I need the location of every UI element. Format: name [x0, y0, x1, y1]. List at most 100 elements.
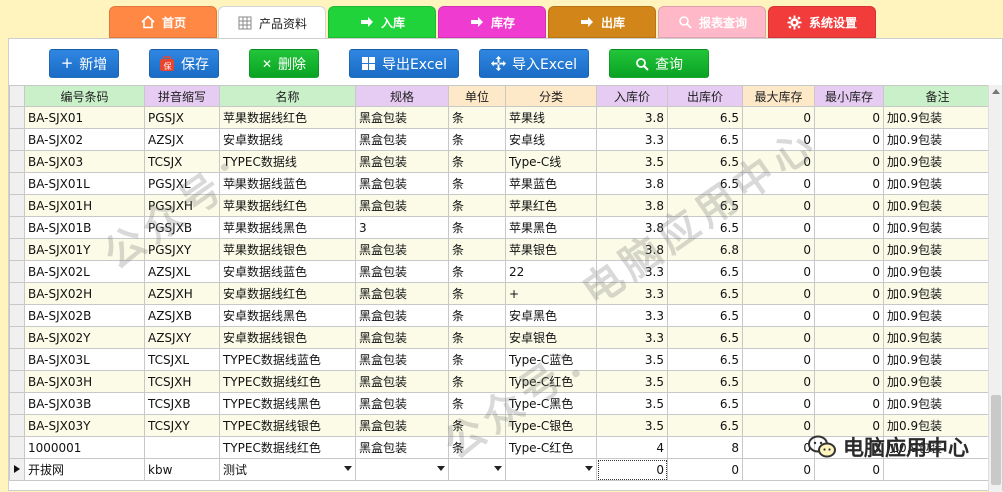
- table-cell[interactable]: 黑盒包装: [355, 392, 449, 415]
- table-row[interactable]: BA-SJX03Y TCSJXY TYPEC数据线银色 黑盒包装条 Type-C银色 3.…: [9, 414, 992, 437]
- import-excel-button[interactable]: 导入Excel: [479, 49, 589, 78]
- row-header[interactable]: [9, 282, 25, 305]
- table-cell[interactable]: 苹果数据线银色: [219, 238, 356, 261]
- tab-product-info[interactable]: 产品资料: [218, 6, 326, 39]
- table-cell[interactable]: TYPEC数据线: [219, 150, 356, 173]
- column-header[interactable]: 入库价: [596, 85, 668, 107]
- table-cell[interactable]: 条: [448, 326, 506, 349]
- table-cell[interactable]: BA-SJX01B: [24, 216, 145, 239]
- input-cell[interactable]: kbw: [144, 458, 220, 481]
- table-cell[interactable]: 0: [814, 216, 884, 239]
- table-cell[interactable]: 0: [814, 414, 884, 437]
- row-header[interactable]: [9, 238, 25, 261]
- table-cell[interactable]: 加0.9包装: [883, 414, 992, 437]
- table-cell[interactable]: Type-C黑色: [505, 392, 597, 415]
- table-cell[interactable]: PGSJXB: [144, 216, 220, 239]
- table-cell[interactable]: 6.5: [667, 282, 743, 305]
- table-cell[interactable]: 0: [742, 128, 815, 151]
- scroll-thumb[interactable]: [991, 395, 1001, 485]
- delete-button[interactable]: ✕ 删除: [249, 49, 319, 78]
- table-row[interactable]: BA-SJX02B AZSJXB 安卓数据线黑色 黑盒包装条安卓黑色 3.3 6.5 0 0 加…: [9, 304, 992, 327]
- table-cell[interactable]: 黑盒包装: [355, 150, 449, 173]
- table-cell[interactable]: BA-SJX03L: [24, 348, 145, 371]
- table-cell[interactable]: 安卓数据线红色: [219, 282, 356, 305]
- table-cell[interactable]: 苹果数据线红色: [219, 194, 356, 217]
- table-cell[interactable]: BA-SJX02L: [24, 260, 145, 283]
- table-cell[interactable]: 3.8: [596, 216, 668, 239]
- table-cell[interactable]: TYPEC数据线红色: [219, 436, 356, 459]
- table-row[interactable]: BA-SJX01L PGSJXL 苹果数据线蓝色 黑盒包装条苹果蓝色 3.8 6.5 0 0 加…: [9, 172, 992, 195]
- table-cell[interactable]: 6.5: [667, 348, 743, 371]
- row-header[interactable]: [9, 172, 25, 195]
- table-cell[interactable]: 加0.9包装: [883, 106, 992, 129]
- table-cell[interactable]: 0: [814, 172, 884, 195]
- table-cell[interactable]: 0: [814, 392, 884, 415]
- table-cell[interactable]: 6.5: [667, 150, 743, 173]
- table-cell[interactable]: 6.8: [667, 238, 743, 261]
- table-cell[interactable]: TYPEC数据线蓝色: [219, 348, 356, 371]
- table-cell[interactable]: 安卓线: [505, 128, 597, 151]
- table-cell[interactable]: TCSJXH: [144, 370, 220, 393]
- table-cell[interactable]: 6.5: [667, 414, 743, 437]
- table-cell[interactable]: 苹果红色: [505, 194, 597, 217]
- table-cell[interactable]: TYPEC数据线红色: [219, 370, 356, 393]
- table-cell[interactable]: 苹果数据线蓝色: [219, 172, 356, 195]
- table-cell[interactable]: 加0.9包装: [883, 348, 992, 371]
- table-cell[interactable]: [144, 436, 220, 459]
- table-cell[interactable]: 6.5: [667, 370, 743, 393]
- table-cell[interactable]: 加0.9包装: [883, 304, 992, 327]
- table-cell[interactable]: 0: [742, 370, 815, 393]
- table-cell[interactable]: PGSJXL: [144, 172, 220, 195]
- table-cell[interactable]: BA-SJX01H: [24, 194, 145, 217]
- table-cell[interactable]: 条: [448, 260, 506, 283]
- table-cell[interactable]: 3.8: [596, 194, 668, 217]
- table-cell[interactable]: 条: [448, 348, 506, 371]
- table-cell[interactable]: 安卓黑色: [505, 304, 597, 327]
- table-cell[interactable]: 0: [742, 106, 815, 129]
- row-header[interactable]: [9, 348, 25, 371]
- table-cell[interactable]: 3.8: [596, 106, 668, 129]
- row-header[interactable]: [9, 414, 25, 437]
- table-cell[interactable]: 黑盒包装: [355, 370, 449, 393]
- dropdown-cell[interactable]: [355, 458, 449, 481]
- table-row[interactable]: BA-SJX03H TCSJXH TYPEC数据线红色 黑盒包装条 Type-C红色 3.…: [9, 370, 992, 393]
- current-row-indicator[interactable]: [9, 458, 25, 481]
- table-cell[interactable]: 条: [448, 392, 506, 415]
- table-cell[interactable]: AZSJXH: [144, 282, 220, 305]
- dropdown-cell[interactable]: [505, 458, 597, 481]
- table-cell[interactable]: 3.3: [596, 304, 668, 327]
- table-cell[interactable]: BA-SJX02H: [24, 282, 145, 305]
- column-header[interactable]: 单位: [448, 85, 506, 107]
- row-header[interactable]: [9, 392, 25, 415]
- table-cell[interactable]: 加0.9包装: [883, 326, 992, 349]
- table-cell[interactable]: TCSJXL: [144, 348, 220, 371]
- table-cell[interactable]: BA-SJX01Y: [24, 238, 145, 261]
- row-header[interactable]: [9, 370, 25, 393]
- table-cell[interactable]: 6.5: [667, 392, 743, 415]
- table-cell[interactable]: 加0.9包装: [883, 216, 992, 239]
- table-cell[interactable]: TYPEC数据线银色: [219, 414, 356, 437]
- table-row[interactable]: BA-SJX02 AZSJX 安卓数据线 黑盒包装条安卓线 3.3 6.5 0 0 加0.9包装: [9, 128, 992, 151]
- table-cell[interactable]: BA-SJX01: [24, 106, 145, 129]
- table-cell[interactable]: 条: [448, 216, 506, 239]
- table-cell[interactable]: 条: [448, 414, 506, 437]
- table-cell[interactable]: 加0.9包装: [883, 392, 992, 415]
- table-cell[interactable]: 4: [596, 436, 668, 459]
- table-cell[interactable]: 0: [814, 106, 884, 129]
- table-row[interactable]: BA-SJX01 PGSJX 苹果数据线红色 黑盒包装条苹果线 3.8 6.5 0 0 加0.9…: [9, 106, 992, 129]
- row-header[interactable]: [9, 304, 25, 327]
- table-cell[interactable]: AZSJX: [144, 128, 220, 151]
- table-cell[interactable]: 黑盒包装: [355, 326, 449, 349]
- table-cell[interactable]: 苹果银色: [505, 238, 597, 261]
- table-cell[interactable]: 0: [814, 238, 884, 261]
- column-header[interactable]: 编号条码: [24, 85, 145, 107]
- table-cell[interactable]: AZSJXL: [144, 260, 220, 283]
- table-row[interactable]: BA-SJX01B PGSJXB 苹果数据线黑色 3 条苹果黑色 3.8 6.5 0 0 加0.9…: [9, 216, 992, 239]
- table-cell[interactable]: 6.5: [667, 260, 743, 283]
- table-cell[interactable]: 0: [742, 260, 815, 283]
- table-cell[interactable]: 黑盒包装: [355, 260, 449, 283]
- tab-inventory[interactable]: 库存: [438, 6, 546, 38]
- table-cell[interactable]: 0: [814, 150, 884, 173]
- table-cell[interactable]: Type-C线: [505, 150, 597, 173]
- table-cell[interactable]: 加0.9包装: [883, 436, 992, 459]
